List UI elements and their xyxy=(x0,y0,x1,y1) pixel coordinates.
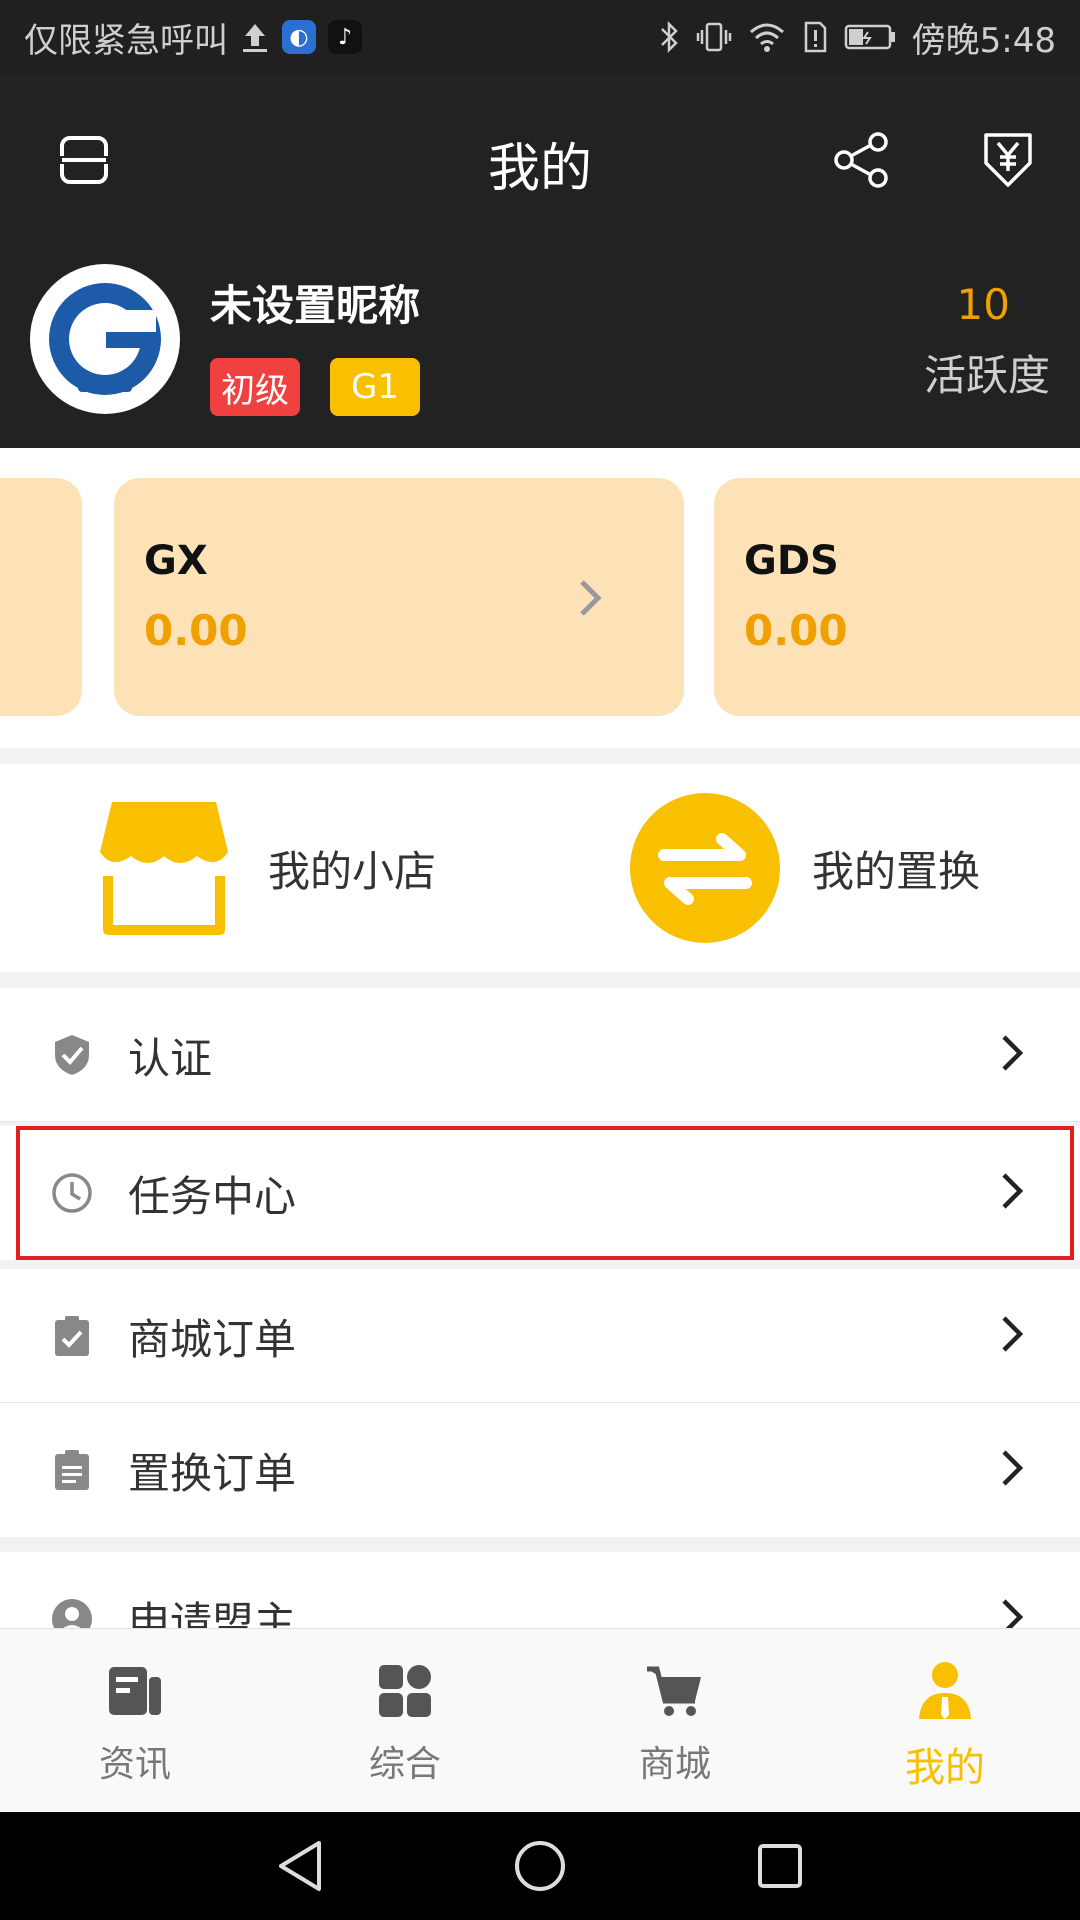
my-exchange-button[interactable]: 我的置换 xyxy=(630,764,980,972)
shop-icon xyxy=(100,802,228,935)
clipboard-list-icon xyxy=(50,1448,94,1492)
balance-name: GDS xyxy=(744,538,839,584)
balance-name: GX xyxy=(144,538,208,584)
tiktok-icon: ♪ xyxy=(328,20,362,54)
chevron-right-icon xyxy=(1000,1448,1024,1492)
app-notification-icon: ◐ xyxy=(282,20,316,54)
home-button[interactable] xyxy=(512,1838,568,1894)
menu-label: 任务中心 xyxy=(128,1171,297,1221)
yuan-download-button[interactable] xyxy=(972,124,1044,196)
exchange-icon xyxy=(630,793,780,943)
balance-value: 0.00 xyxy=(744,606,848,655)
my-shop-button[interactable]: 我的小店 xyxy=(96,764,436,972)
menu-label: 商城订单 xyxy=(128,1314,297,1364)
activity-label[interactable]: 活跃度 xyxy=(924,342,1050,403)
nickname[interactable]: 未设置昵称 xyxy=(210,272,420,333)
level-badge: 初级 xyxy=(210,358,300,416)
grid-icon xyxy=(375,1661,435,1721)
news-icon xyxy=(105,1661,165,1721)
share-icon xyxy=(834,132,888,188)
top-bar: 我的 xyxy=(0,74,1080,244)
brand-logo-icon xyxy=(49,283,161,395)
tab-news[interactable]: 资讯 xyxy=(0,1629,270,1813)
balance-card-gx[interactable]: GX 0.00 xyxy=(114,478,684,716)
tab-label: 商城 xyxy=(638,1744,711,1785)
vibrate-icon xyxy=(696,20,732,54)
tab-mine[interactable]: 我的 xyxy=(810,1629,1080,1813)
my-exchange-label: 我的置换 xyxy=(812,846,981,896)
balance-card-gds[interactable]: GDS 0.00 xyxy=(714,478,1080,716)
battery-icon xyxy=(844,22,896,52)
activity-value[interactable]: 10 xyxy=(957,280,1010,329)
clock-icon xyxy=(50,1171,94,1215)
chevron-right-icon xyxy=(1000,1033,1024,1077)
my-shop-label: 我的小店 xyxy=(268,846,437,896)
divider xyxy=(0,1121,1080,1122)
system-nav-bar xyxy=(0,1812,1080,1920)
grade-badge: G1 xyxy=(330,358,420,416)
chevron-right-icon xyxy=(576,578,604,622)
tab-label: 综合 xyxy=(368,1744,441,1785)
share-button[interactable] xyxy=(826,124,898,196)
menu-item-task-center[interactable]: 任务中心 xyxy=(0,1126,1080,1260)
status-time: 傍晚5:48 xyxy=(911,20,1056,61)
user-icon xyxy=(915,1661,975,1721)
page-title: 我的 xyxy=(487,139,592,199)
yuan-download-icon xyxy=(984,133,1032,187)
menu-label: 置换订单 xyxy=(128,1448,297,1498)
alert-sim-icon xyxy=(802,20,828,54)
profile-section: 未设置昵称 初级 G1 10 活跃度 xyxy=(0,264,1080,434)
back-triangle-icon xyxy=(279,1841,321,1891)
wifi-icon xyxy=(748,20,786,54)
menu-item-verification[interactable]: 认证 xyxy=(0,988,1080,1122)
menu-item-mall-orders[interactable]: 商城订单 xyxy=(0,1269,1080,1403)
home-circle-icon xyxy=(515,1841,565,1891)
chevron-right-icon xyxy=(1000,1314,1024,1358)
recents-button[interactable] xyxy=(752,1838,808,1894)
carrier-text: 仅限紧急呼叫 xyxy=(24,20,228,61)
clipboard-check-icon xyxy=(50,1314,94,1358)
tab-mall[interactable]: 商城 xyxy=(540,1629,810,1813)
tab-general[interactable]: 综合 xyxy=(270,1629,540,1813)
profile-header: 我的 未设置昵称 初级 G1 10 活跃度 xyxy=(0,74,1080,448)
recents-square-icon xyxy=(758,1844,802,1888)
status-bar: 仅限紧急呼叫 ◐ ♪ 傍晚5:48 xyxy=(0,0,1080,74)
shield-check-icon xyxy=(50,1033,94,1077)
tab-label: 我的 xyxy=(905,1745,985,1791)
balance-card-partial[interactable] xyxy=(0,478,82,716)
menu-item-exchange-orders[interactable]: 置换订单 xyxy=(0,1403,1080,1537)
menu-label: 认证 xyxy=(128,1033,213,1083)
balance-value: 0.00 xyxy=(144,606,248,655)
avatar[interactable] xyxy=(30,264,180,414)
upload-icon xyxy=(240,20,270,54)
quick-actions: 我的小店 我的置换 xyxy=(0,764,1080,972)
balance-carousel[interactable]: GX 0.00 GDS 0.00 xyxy=(0,448,1080,748)
back-button[interactable] xyxy=(272,1838,328,1894)
bluetooth-icon xyxy=(658,20,680,54)
cart-icon xyxy=(645,1661,705,1721)
bottom-tab-bar: 资讯 综合 商城 我的 xyxy=(0,1628,1080,1812)
tab-label: 资讯 xyxy=(98,1744,171,1785)
chevron-right-icon xyxy=(1000,1171,1024,1215)
